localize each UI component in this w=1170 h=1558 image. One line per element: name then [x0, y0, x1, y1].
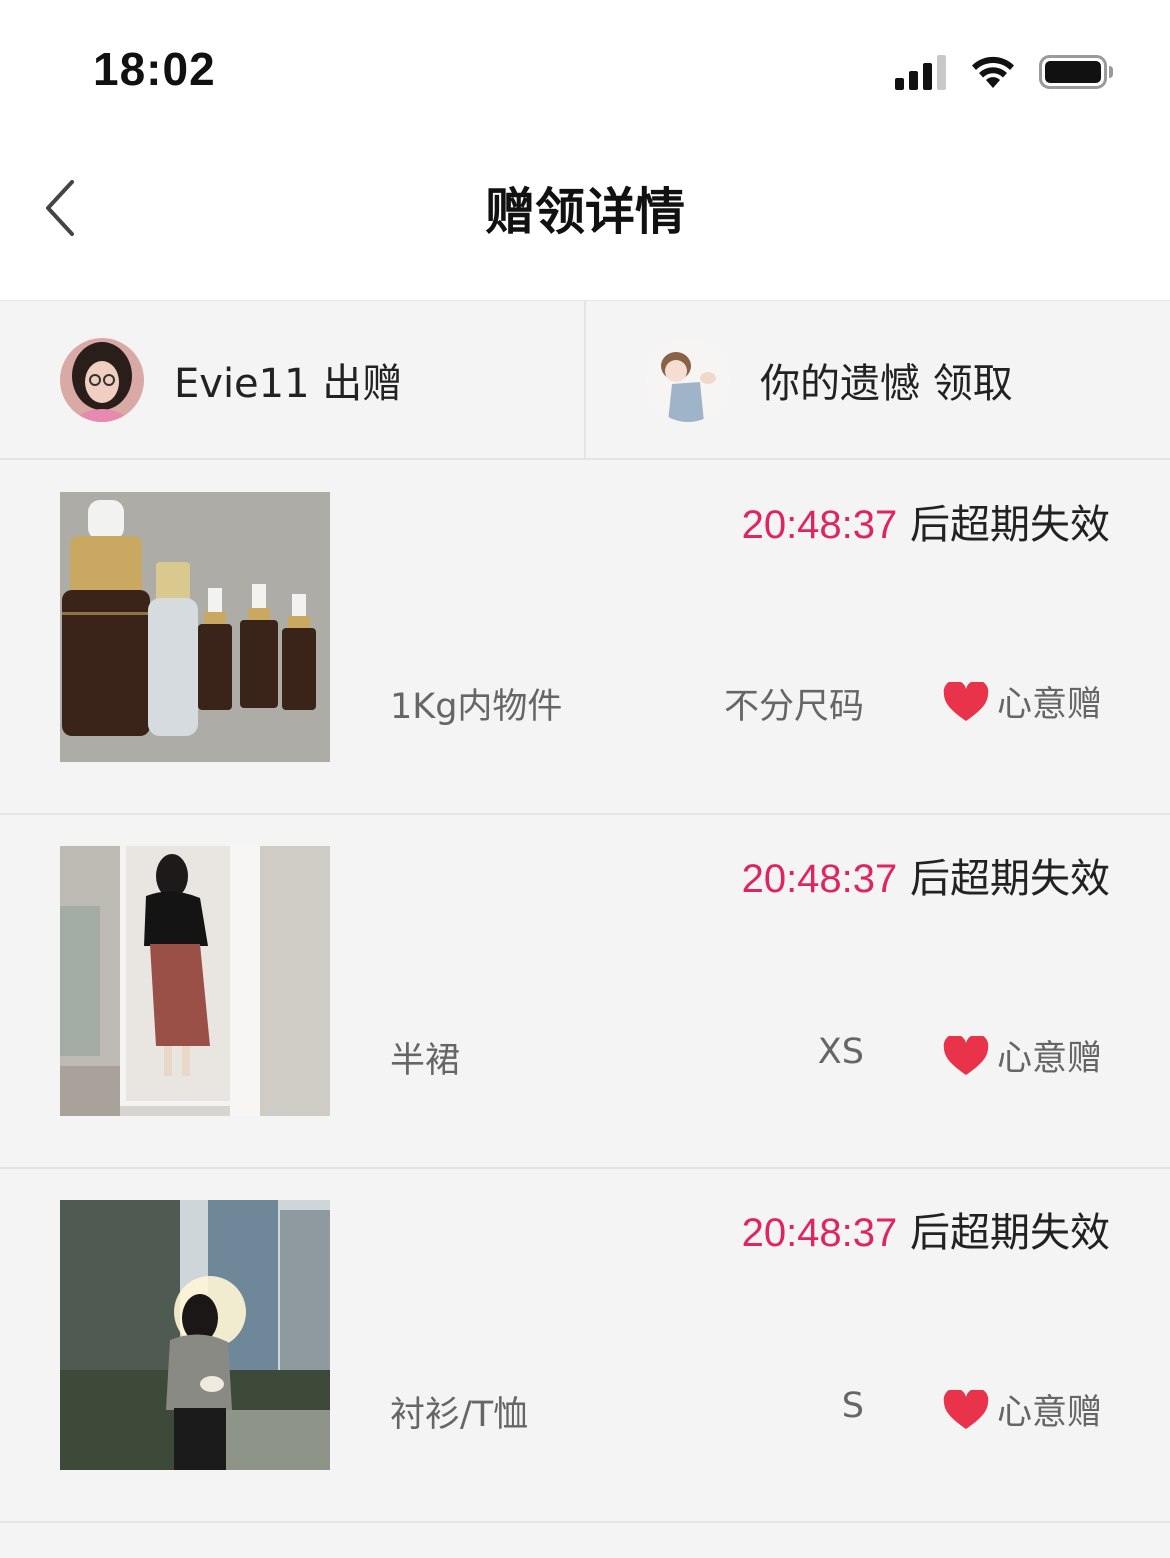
item-category: 衬衫/T恤 — [390, 1395, 529, 1435]
item-category: 半裙 — [390, 1041, 461, 1081]
item-size: 不分尺码 — [723, 687, 864, 727]
receiver-label: 你的遗憾 领取 — [760, 360, 1013, 407]
parties-bar: Evie11 出赠 你的遗憾 领取 — [0, 300, 1170, 460]
wifi-icon — [972, 56, 1014, 88]
expiry-countdown: 20:48:37 后超期失效 — [742, 492, 1110, 550]
gift-type-tag: 心意赠 — [943, 1384, 1102, 1435]
heart-icon — [943, 681, 989, 721]
countdown-time: 20:48:37 — [741, 857, 898, 901]
item-photo[interactable] — [60, 846, 330, 1116]
expiry-countdown: 20:48:37 后超期失效 — [742, 1200, 1110, 1258]
giver-info[interactable]: Evie11 出赠 — [0, 301, 584, 458]
receiver-info[interactable]: 你的遗憾 领取 — [584, 301, 1170, 458]
receiver-avatar[interactable] — [646, 337, 730, 422]
item-size: XS — [817, 1032, 864, 1072]
gift-item[interactable]: 20:48:37 后超期失效 1Kg内物件 不分尺码 心意赠 — [0, 462, 1170, 815]
countdown-suffix: 后超期失效 — [910, 502, 1110, 548]
item-photo[interactable] — [60, 1200, 330, 1470]
status-time: 18:02 — [93, 43, 216, 95]
expiry-countdown: 20:48:37 后超期失效 — [742, 846, 1110, 904]
giver-avatar[interactable] — [60, 337, 144, 422]
battery-icon — [1039, 55, 1113, 89]
cellular-signal-icon — [895, 55, 946, 90]
heart-icon — [943, 1035, 989, 1075]
item-category: 1Kg内物件 — [390, 687, 563, 727]
gift-type-label: 心意赠 — [996, 1393, 1102, 1433]
countdown-time: 20:48:37 — [741, 1211, 898, 1255]
countdown-suffix: 后超期失效 — [910, 856, 1110, 902]
gift-item[interactable]: 20:48:37 后超期失效 衬衫/T恤 S 心意赠 — [0, 1170, 1170, 1523]
countdown-suffix: 后超期失效 — [910, 1210, 1110, 1256]
status-icons — [895, 52, 1115, 92]
gift-type-tag: 心意赠 — [943, 676, 1102, 727]
gift-type-label: 心意赠 — [996, 685, 1102, 725]
gift-type-label: 心意赠 — [996, 1039, 1102, 1079]
navigation-bar: 赠领详情 — [0, 140, 1170, 300]
gift-item[interactable]: 20:48:37 后超期失效 半裙 XS 心意赠 — [0, 816, 1170, 1169]
giver-label: Evie11 出赠 — [174, 360, 403, 407]
page-title: 赠领详情 — [485, 183, 685, 241]
status-bar: 18:02 — [0, 0, 1170, 140]
item-size: S — [841, 1386, 864, 1426]
gift-type-tag: 心意赠 — [943, 1030, 1102, 1081]
heart-icon — [943, 1389, 989, 1429]
item-photo[interactable] — [60, 492, 330, 762]
countdown-time: 20:48:37 — [741, 503, 898, 547]
